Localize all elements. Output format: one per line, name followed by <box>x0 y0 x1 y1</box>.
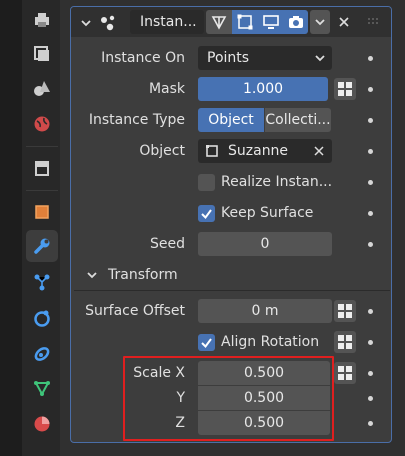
on-cage-icon <box>237 14 253 30</box>
instance-on-label: Instance On <box>101 50 185 66</box>
object-label: Object <box>139 143 185 159</box>
tab-collection[interactable] <box>26 152 58 184</box>
drag-dots-icon[interactable] <box>366 10 382 34</box>
modifier-menu-button[interactable] <box>310 10 330 34</box>
checkmark-icon <box>201 337 212 348</box>
attribute-toggle-button[interactable] <box>334 331 356 353</box>
checkbox-box[interactable] <box>198 204 215 222</box>
object-picker-field[interactable]: Suzanne <box>198 139 332 163</box>
mesh-data-icon <box>34 381 50 397</box>
object-square-icon <box>206 145 218 157</box>
tab-data[interactable] <box>26 372 58 404</box>
tab-divider <box>26 146 58 147</box>
material-icon <box>34 416 50 432</box>
animate-property-dot[interactable] <box>368 87 373 92</box>
tab-material[interactable] <box>26 408 58 440</box>
checkmark-icon <box>201 208 212 219</box>
instance-type-label: Instance Type <box>88 112 185 128</box>
close-modifier-button[interactable] <box>334 10 354 34</box>
tab-constraints[interactable] <box>26 338 58 370</box>
on-cage-toggle[interactable] <box>232 10 258 34</box>
tab-scene[interactable] <box>26 72 58 104</box>
animate-property-dot[interactable] <box>368 340 373 345</box>
collection-box-icon <box>35 161 49 176</box>
transform-title: Transform <box>108 267 178 283</box>
attribute-table-icon <box>338 335 352 349</box>
seed-field[interactable]: 0 <box>198 232 332 256</box>
animate-property-dot[interactable] <box>368 371 373 376</box>
chevron-down-icon <box>315 19 325 26</box>
animate-property-dot[interactable] <box>368 211 373 216</box>
tab-world[interactable] <box>26 108 58 140</box>
align-rotation-label: Align Rotation <box>221 334 320 350</box>
edit-mode-toggle[interactable] <box>206 10 232 34</box>
mask-field[interactable]: 1.000 <box>198 77 328 101</box>
node-geometry-icon <box>96 11 120 35</box>
tab-output[interactable] <box>26 4 58 36</box>
animate-property-dot[interactable] <box>368 180 373 185</box>
animate-property-dot[interactable] <box>368 242 373 247</box>
tab-view-layer[interactable] <box>26 38 58 70</box>
realize-instances-label: Realize Instan... <box>221 174 333 190</box>
tab-divider <box>26 190 58 191</box>
printer-icon <box>35 13 49 27</box>
keep-surface-checkbox[interactable]: Keep Surface <box>198 201 338 225</box>
wrench-icon <box>34 238 50 254</box>
checkbox-box[interactable] <box>198 173 215 191</box>
realtime-toggle[interactable] <box>258 10 284 34</box>
render-icon <box>289 16 303 28</box>
animate-property-dot[interactable] <box>368 421 373 426</box>
close-icon <box>339 17 349 27</box>
surface-offset-field[interactable]: 0 m <box>198 299 332 323</box>
scene-icon <box>34 81 50 96</box>
modifier-name-field[interactable]: Instan... <box>130 10 204 34</box>
instance-type-collection-option[interactable]: Collecti... <box>265 108 331 132</box>
highlight-box <box>123 356 334 441</box>
realtime-icon <box>263 15 279 29</box>
render-toggle[interactable] <box>284 10 308 34</box>
animate-property-dot[interactable] <box>368 149 373 154</box>
align-rotation-checkbox[interactable]: Align Rotation <box>198 330 332 354</box>
attribute-table-icon <box>338 304 352 318</box>
tab-object[interactable] <box>26 196 58 228</box>
tab-modifiers[interactable] <box>26 230 58 262</box>
animate-property-dot[interactable] <box>368 309 373 314</box>
constraint-icon <box>34 347 50 361</box>
keep-surface-label: Keep Surface <box>221 205 314 221</box>
attribute-toggle-button[interactable] <box>334 362 356 384</box>
tab-particles[interactable] <box>26 266 58 298</box>
image-stack-icon <box>34 46 49 61</box>
surface-offset-label: Surface Offset <box>85 303 185 319</box>
realize-instances-checkbox[interactable]: Realize Instan... <box>198 170 338 194</box>
instance-type-object-option[interactable]: Object <box>198 108 264 132</box>
mask-label: Mask <box>148 81 185 97</box>
attribute-toggle-button[interactable] <box>334 300 356 322</box>
physics-icon <box>34 310 50 327</box>
subpanel-divider <box>74 290 390 291</box>
chevron-down-icon <box>315 55 325 62</box>
world-icon <box>34 116 50 132</box>
attribute-toggle-button[interactable] <box>334 78 356 100</box>
animate-property-dot[interactable] <box>368 396 373 401</box>
checkbox-box[interactable] <box>198 333 215 351</box>
instance-on-dropdown[interactable]: Points <box>198 46 332 70</box>
animate-property-dot[interactable] <box>368 56 373 61</box>
chevron-down-icon <box>87 272 97 279</box>
attribute-table-icon <box>338 366 352 380</box>
object-square-icon <box>35 205 49 219</box>
edit-mode-icon <box>211 16 227 30</box>
instance-on-value: Points <box>207 50 250 66</box>
seed-label: Seed <box>150 236 185 252</box>
tab-physics[interactable] <box>26 302 58 334</box>
attribute-table-icon <box>338 82 352 96</box>
object-value: Suzanne <box>228 143 289 159</box>
animate-property-dot[interactable] <box>368 118 373 123</box>
particles-icon <box>34 274 50 291</box>
transform-subpanel-header[interactable]: Transform <box>80 262 380 288</box>
collapse-chevron-icon[interactable] <box>78 11 94 35</box>
clear-icon[interactable] <box>313 145 325 157</box>
